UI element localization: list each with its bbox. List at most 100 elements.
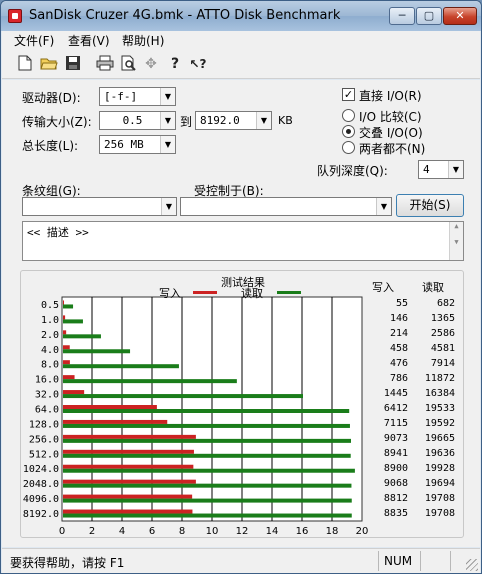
main-panel: 驱动器(D): [-f-] ▼ 传输大小(Z): 0.5 ▼ 到 8192.0 … (2, 80, 480, 547)
write-bar (63, 509, 193, 514)
write-value: 7115 (383, 417, 408, 429)
start-button[interactable]: 开始(S) (396, 194, 464, 217)
drive-select[interactable]: [-f-] ▼ (99, 87, 176, 106)
read-bar (63, 304, 74, 309)
drive-label: 驱动器(D): (22, 91, 81, 105)
menu-bar: 文件(F) 查看(V) 帮助(H) (2, 31, 480, 49)
minimize-button[interactable]: ─ (389, 7, 415, 25)
status-divider (420, 551, 421, 571)
neither-label: 两者都不(N) (359, 142, 426, 156)
overlapped-io-label: 交叠 I/O(O) (359, 126, 423, 140)
chevron-down-icon: ▼ (376, 198, 391, 215)
transfer-from-select[interactable]: 0.5 ▼ (99, 111, 176, 130)
read-bar (63, 394, 303, 399)
open-folder-icon[interactable] (40, 55, 58, 73)
x-tick-label: 2 (89, 526, 95, 537)
print-icon[interactable] (96, 55, 114, 73)
read-bar (63, 513, 352, 518)
write-bar (63, 419, 168, 424)
read-value: 19592 (424, 417, 455, 429)
y-tick-label: 4096.0 (23, 494, 59, 505)
window-title: SanDisk Cruzer 4G.bmk - ATTO Disk Benchm… (29, 8, 341, 23)
y-tick-label: 4.0 (41, 345, 59, 356)
read-bar (63, 423, 350, 428)
overlapped-io-radio[interactable] (342, 125, 355, 138)
read-bar (63, 468, 355, 473)
y-tick-label: 0.5 (41, 300, 59, 311)
menu-file[interactable]: 文件(F) (14, 32, 54, 49)
stripe-group-select[interactable]: ▼ (22, 197, 177, 216)
x-tick-label: 12 (236, 526, 249, 537)
chevron-down-icon: ▼ (256, 112, 271, 129)
neither-radio[interactable] (342, 141, 355, 154)
read-bar (63, 409, 350, 413)
x-axis-label: 传输速率 - MB / 秒 (165, 538, 259, 539)
write-value: 6412 (383, 403, 408, 414)
status-divider (378, 551, 379, 571)
write-bar (63, 360, 70, 365)
read-bar (63, 364, 179, 369)
save-icon[interactable] (64, 55, 82, 73)
read-value: 2586 (430, 328, 455, 340)
new-file-icon[interactable] (16, 55, 34, 73)
controlled-by-select[interactable]: ▼ (180, 197, 392, 216)
io-compare-radio[interactable] (342, 109, 355, 122)
read-bar (63, 438, 351, 443)
legend-read-swatch (277, 291, 301, 294)
write-bar (63, 315, 66, 320)
close-button[interactable]: ✕ (443, 7, 477, 25)
total-length-select[interactable]: 256 MB ▼ (99, 135, 176, 154)
drive-value: [-f-] (104, 90, 138, 103)
test-results-panel: 0 2 4 6 8 10 12 14 16 18 20 测试结果 写入 读取 0.5 1.0 2.0 4.0 8.0… (20, 270, 464, 539)
x-tick-label: 14 (266, 526, 279, 537)
read-column-header: 读取 (422, 281, 444, 294)
io-compare-label: I/O 比较(C) (359, 110, 422, 124)
x-tick-label: 18 (326, 526, 339, 537)
help-icon[interactable]: ? (166, 55, 184, 73)
y-tick-label: 128.0 (29, 419, 59, 430)
description-scrollbar[interactable]: ▲ ▼ (449, 222, 463, 260)
chevron-down-icon: ▼ (160, 136, 175, 153)
read-bar (63, 349, 131, 354)
y-tick-label: 1.0 (41, 315, 59, 326)
move-icon[interactable]: ✥ (142, 55, 160, 73)
maximize-button[interactable]: ▢ (416, 7, 442, 25)
write-bar (63, 330, 67, 335)
write-value: 1445 (383, 388, 408, 400)
chevron-down-icon: ▼ (160, 112, 175, 129)
context-help-icon[interactable]: ↖? (186, 55, 210, 73)
write-bar (63, 494, 193, 499)
transfer-to-select[interactable]: 8192.0 ▼ (195, 111, 272, 130)
direct-io-checkbox[interactable]: ✓ (342, 88, 355, 101)
write-bar (63, 449, 194, 454)
resize-grip[interactable] (466, 559, 478, 571)
title-bar[interactable]: SanDisk Cruzer 4G.bmk - ATTO Disk Benchm… (1, 1, 481, 31)
queue-depth-label: 队列深度(Q): (317, 164, 388, 178)
transfer-to-value: 8192.0 (200, 114, 240, 127)
write-bar (63, 345, 70, 350)
read-value: 4581 (430, 343, 455, 355)
read-value: 19533 (424, 403, 455, 414)
chevron-down-icon: ▼ (160, 88, 175, 105)
menu-view[interactable]: 查看(V) (68, 32, 110, 49)
y-tick-label: 256.0 (29, 434, 59, 445)
read-bar (63, 453, 351, 458)
queue-depth-select[interactable]: 4 ▼ (418, 160, 464, 179)
menu-help[interactable]: 帮助(H) (122, 32, 164, 49)
print-preview-icon[interactable] (120, 55, 138, 73)
transfer-to-label: 到 (180, 115, 193, 129)
write-value: 55 (395, 298, 408, 310)
read-bar (63, 498, 352, 503)
description-box[interactable]: << 描述 >> ▲ ▼ (22, 221, 464, 261)
y-tick-label: 2048.0 (23, 479, 59, 490)
write-value: 214 (389, 328, 408, 340)
read-value: 11872 (424, 373, 455, 385)
x-tick-label: 0 (59, 526, 65, 537)
toolbar: ✥ ? ↖? (2, 49, 480, 79)
x-tick-label: 6 (149, 526, 155, 537)
read-value: 19928 (424, 462, 455, 474)
read-value: 19694 (424, 477, 455, 489)
write-bar (63, 375, 75, 380)
x-tick-label: 8 (179, 526, 185, 537)
read-value: 1365 (430, 313, 455, 325)
